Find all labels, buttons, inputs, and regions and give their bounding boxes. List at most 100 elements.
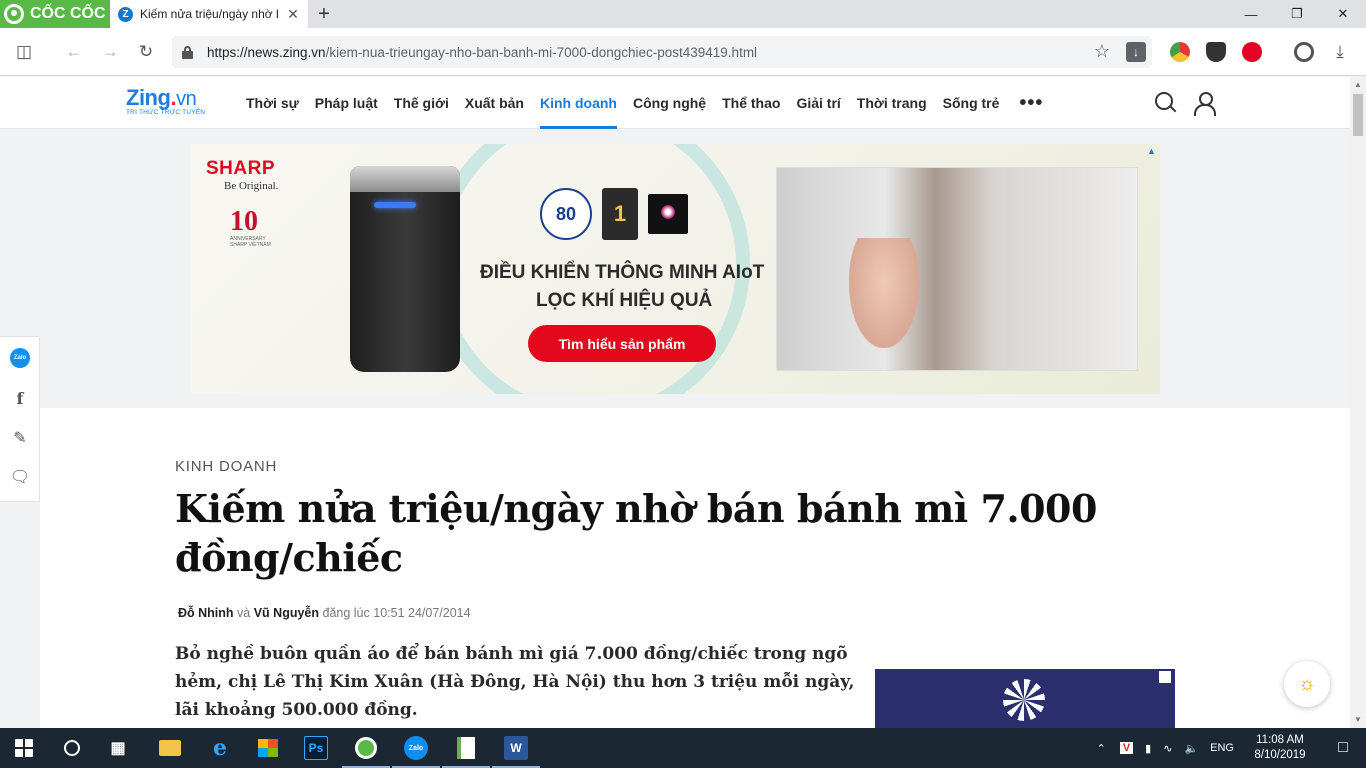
new-tab-button[interactable]: +: [312, 2, 336, 26]
windows-taskbar: ▦ e Ps Zalo W ⌃ V ▮ ∿ 🔈 ENG 11:08 AM 8/1…: [0, 728, 1366, 768]
tab-close-icon[interactable]: ✕: [285, 6, 301, 23]
byline: Đỗ Nhinh và Vũ Nguyễn đăng lúc 10:51 24/…: [178, 606, 471, 620]
page-scrollbar[interactable]: ▲ ▼: [1350, 77, 1366, 728]
edge-icon[interactable]: e: [208, 735, 232, 761]
nav-more-icon[interactable]: •••: [1019, 77, 1043, 129]
main-nav: Thời sự Pháp luật Thế giới Xuất bản Kinh…: [246, 77, 1059, 129]
lotus-logo-icon: [1003, 679, 1045, 721]
tab-title: Kiếm nửa triệu/ngày nhờ bán bánh mì 7.00…: [140, 7, 278, 21]
comment-icon[interactable]: 🗨: [8, 465, 32, 489]
nav-item-the-thao[interactable]: Thể thao: [722, 77, 780, 129]
battery-icon[interactable]: ▮: [1145, 742, 1151, 755]
download-video-icon[interactable]: ↓: [1126, 42, 1146, 62]
pinterest-icon[interactable]: [1242, 42, 1262, 62]
coccoc-menu-button[interactable]: CỐC CỐC: [0, 0, 110, 28]
url-path: /kiem-nua-trieungay-nho-ban-banh-mi-7000…: [325, 44, 758, 60]
nav-item-thoi-su[interactable]: Thời sự: [246, 77, 299, 129]
address-bar[interactable]: https://news.zing.vn/kiem-nua-trieungay-…: [172, 36, 1152, 68]
bookmark-star-icon[interactable]: ☆: [1094, 41, 1110, 62]
zalo-share-icon[interactable]: Zalo: [10, 348, 30, 368]
facebook-share-icon[interactable]: f: [8, 386, 32, 410]
reload-button[interactable]: ↻: [134, 40, 158, 64]
nav-item-the-gioi[interactable]: Thế giới: [394, 77, 449, 129]
clock[interactable]: 11:08 AM 8/10/2019: [1240, 733, 1320, 763]
notification-center-icon[interactable]: □: [1320, 739, 1366, 757]
sidebar-toggle-icon[interactable]: ◫: [12, 40, 36, 64]
restore-button[interactable]: ❐: [1274, 0, 1320, 28]
nav-item-phap-luat[interactable]: Pháp luật: [315, 77, 378, 129]
adchoices-icon[interactable]: ▲: [1147, 146, 1158, 157]
author-2[interactable]: Vũ Nguyễn: [254, 606, 319, 620]
downloads-icon[interactable]: ⤓: [1328, 40, 1352, 64]
ad-slogan: Be Original.: [224, 180, 279, 192]
ad-video-frame[interactable]: [776, 167, 1138, 371]
zing-logo[interactable]: Zing.vn TRI THỨC TRỰC TUYẾN: [126, 85, 205, 116]
file-explorer-icon[interactable]: [158, 736, 182, 760]
minimize-button[interactable]: —: [1228, 0, 1274, 28]
browser-brand-label: CỐC CỐC: [30, 5, 106, 22]
forward-button[interactable]: →: [98, 40, 122, 64]
word-icon[interactable]: W: [492, 736, 540, 768]
tray-v-icon[interactable]: V: [1119, 742, 1134, 754]
article-lede: Bỏ nghề buôn quần áo để bán bánh mì giá …: [175, 644, 855, 720]
ad-anniversary-sub: ANNIVERSARY SHARP VIETNAM: [230, 236, 271, 248]
window-controls: — ❐ ✕: [1228, 0, 1366, 28]
nav-item-thoi-trang[interactable]: Thời trang: [857, 77, 927, 129]
profile-icon[interactable]: [1294, 42, 1314, 62]
tray-chevron-up-icon[interactable]: ⌃: [1097, 742, 1106, 755]
extension-incognito-icon[interactable]: [1206, 42, 1226, 62]
logo-tagline: TRI THỨC TRỰC TUYẾN: [126, 109, 206, 116]
search-icon[interactable]: [1153, 90, 1179, 116]
air-purifier-image: [350, 166, 460, 372]
logo-main: Zing: [126, 85, 171, 110]
store-icon[interactable]: [256, 736, 280, 760]
ad-cta-button[interactable]: Tìm hiểu sản phẩm: [528, 325, 716, 362]
spreadsheet-icon[interactable]: [442, 736, 490, 768]
windows-start-icon[interactable]: [12, 736, 36, 760]
scroll-up-icon[interactable]: ▲: [1350, 77, 1366, 93]
article-category[interactable]: KINH DOANH: [175, 458, 277, 475]
sidebar-ad[interactable]: [875, 669, 1175, 729]
account-icon[interactable]: [1192, 90, 1218, 116]
extension-chrome-like-icon[interactable]: [1170, 42, 1190, 62]
author-1[interactable]: Đỗ Nhinh: [178, 606, 234, 620]
clock-time: 11:08 AM: [1256, 734, 1304, 746]
cortana-search-icon[interactable]: [60, 736, 84, 760]
wifi-icon[interactable]: ∿: [1163, 742, 1172, 755]
ad-hand-image: [849, 238, 919, 348]
photoshop-icon[interactable]: Ps: [304, 736, 328, 760]
nav-item-xuat-ban[interactable]: Xuất bản: [465, 77, 524, 129]
ad-brand: SHARP: [206, 158, 276, 179]
plasmacluster-icon: [648, 194, 688, 234]
nav-item-cong-nghe[interactable]: Công nghệ: [633, 77, 706, 129]
language-indicator[interactable]: ENG: [1210, 742, 1234, 754]
coccoc-taskbar-icon[interactable]: [342, 736, 390, 768]
coccoc-logo-icon: [4, 4, 24, 24]
nav-item-song-tre[interactable]: Sống trẻ: [943, 77, 1000, 129]
browser-toolbar: ◫ ← → ↻ https://news.zing.vn/kiem-nua-tr…: [0, 28, 1366, 76]
logo-tld: vn: [176, 88, 197, 110]
ad-badges: 80 1: [540, 188, 688, 240]
adchoices-icon[interactable]: [1159, 671, 1171, 683]
pencil-edit-icon[interactable]: ✎: [8, 426, 32, 450]
sharp-banner-ad[interactable]: SHARP Be Original. 10 ANNIVERSARY SHARP …: [190, 144, 1160, 394]
byline-and: và: [237, 606, 251, 620]
posted-prefix: đăng lúc: [322, 606, 370, 620]
nav-item-giai-tri[interactable]: Giải trí: [796, 77, 840, 129]
lock-icon: [182, 45, 193, 59]
scroll-down-icon[interactable]: ▼: [1350, 712, 1366, 728]
ad-badge-no1: 1: [602, 188, 638, 240]
back-button[interactable]: ←: [62, 40, 86, 64]
article-title: Kiếm nửa triệu/ngày nhờ bán bánh mì 7.00…: [175, 486, 1097, 580]
nav-item-kinh-doanh[interactable]: Kinh doanh: [539, 77, 617, 129]
share-rail: Zalo f ✎ 🗨: [0, 336, 40, 502]
close-window-button[interactable]: ✕: [1320, 0, 1366, 28]
browser-tab-strip: CỐC CỐC Z Kiếm nửa triệu/ngày nhờ bán bá…: [0, 0, 1366, 28]
zalo-taskbar-icon[interactable]: Zalo: [392, 736, 440, 768]
volume-icon[interactable]: 🔈: [1184, 742, 1198, 755]
sun-widget-button[interactable]: ☼: [1284, 661, 1330, 707]
task-view-icon[interactable]: ▦: [106, 736, 130, 760]
active-tab[interactable]: Z Kiếm nửa triệu/ngày nhờ bán bánh mì 7.…: [110, 0, 308, 28]
scroll-thumb[interactable]: [1353, 94, 1363, 136]
clock-date: 8/10/2019: [1254, 749, 1306, 761]
